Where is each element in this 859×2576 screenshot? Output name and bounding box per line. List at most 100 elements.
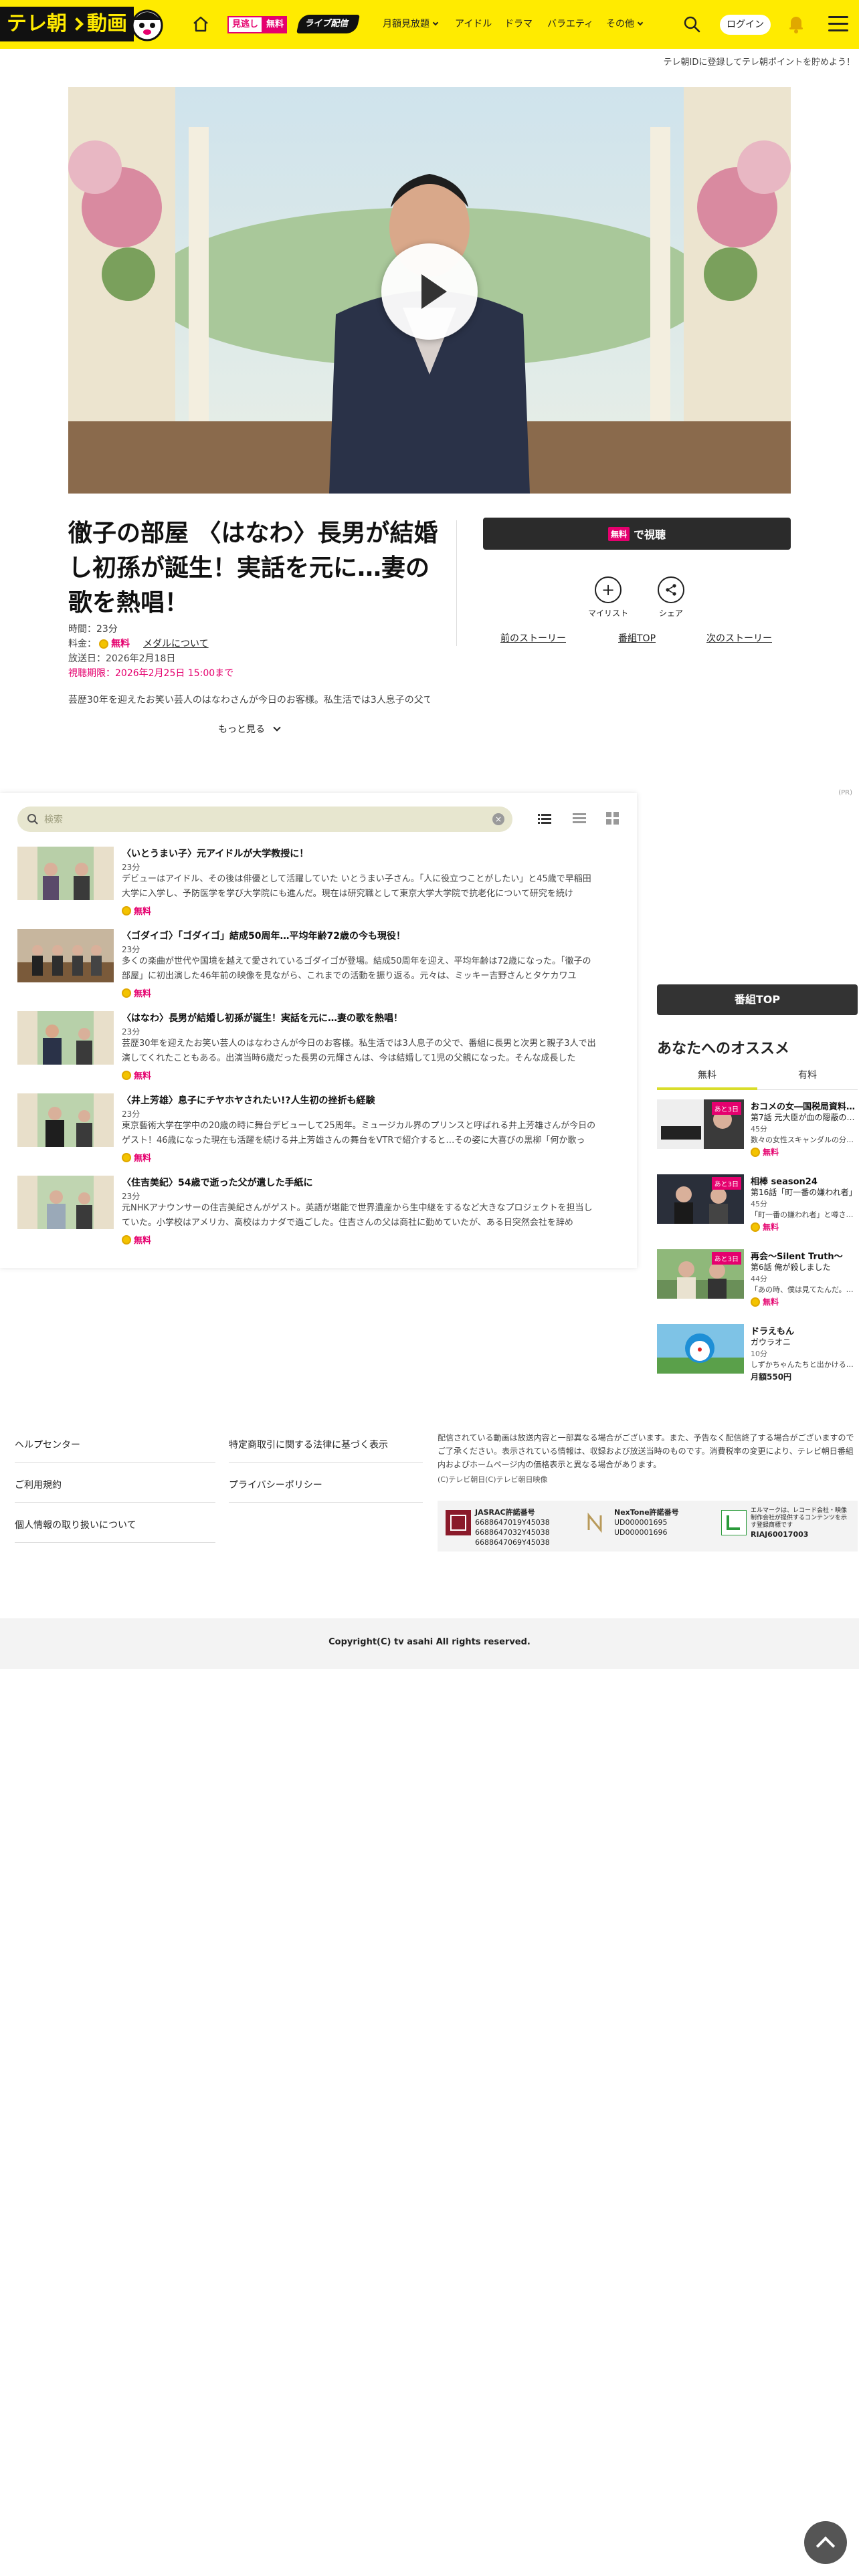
nav-other[interactable]: その他 <box>606 17 644 31</box>
jasrac-number: 6688647069Y45038 <box>475 1538 550 1547</box>
nav-mitsunogashi-free[interactable]: 見逃し 無料 <box>227 16 288 33</box>
free-tag: 無料 <box>263 16 288 33</box>
expiry-badge: あと3日 <box>711 1177 741 1190</box>
bell-icon[interactable] <box>787 13 805 33</box>
free-label: 無料 <box>763 1148 779 1157</box>
jasrac-logo-icon <box>446 1510 471 1535</box>
watch-button[interactable]: 無料 で視聴 <box>483 518 791 550</box>
episode-thumbnail <box>17 1176 114 1229</box>
watch-label: で視聴 <box>634 528 666 541</box>
episode-item-title: 〈いとうまい子〉元アイドルが大学教授に！ <box>122 849 309 859</box>
medal-link[interactable]: メダルについて <box>143 637 209 651</box>
list-view-icon[interactable] <box>538 812 551 825</box>
recommend-description: 「あの時、僕は見てたんだ。… <box>751 1285 854 1294</box>
coin-icon <box>122 905 131 916</box>
nextone-title: NexTone許諾番号 <box>614 1508 679 1517</box>
hamburger-menu-icon[interactable] <box>828 16 848 32</box>
recommend-item[interactable]: あと3日 相棒 season24 第16話「町一番の嫌われ者」 45分 「町一番… <box>657 1174 858 1241</box>
recommend-item[interactable]: ドラえもん ガウラオニ 10分 しずかちゃんたちと出かける… 月額550円 <box>657 1324 858 1391</box>
tab-free[interactable]: 無料 <box>657 1066 757 1090</box>
episode-list-item[interactable]: 〈いとうまい子〉元アイドルが大学教授に！ 23分 デビューはアイドル、その後は俳… <box>17 847 619 922</box>
deadline-text: 視聴期限：2026年2月25日 15:00まで <box>68 668 234 679</box>
footer-terms[interactable]: ご利用規約 <box>15 1478 62 1491</box>
footer-divider <box>229 1502 423 1503</box>
site-logo[interactable]: テレ朝 動画 <box>0 5 166 43</box>
episode-item-free: 無料 <box>122 1233 151 1246</box>
recommend-subtitle: ガウラオニ <box>751 1337 791 1347</box>
episode-list-item[interactable]: 〈はなわ〉長男が結婚し初孫が誕生！実話を元に…妻の歌を熱唱！ 23分 芸歴30年… <box>17 1011 619 1086</box>
free-label: 無料 <box>134 907 152 917</box>
nav-idol[interactable]: アイドル <box>455 17 492 31</box>
coin-icon <box>751 1297 760 1307</box>
footer-help-center[interactable]: ヘルプセンター <box>15 1438 80 1451</box>
nav-label: バラエティ <box>547 19 594 29</box>
nav-drama[interactable]: ドラマ <box>504 17 533 31</box>
recommend-item[interactable]: あと3日 再会～Silent Truth～ 第6話 俺が殺しました 44分 「あ… <box>657 1249 858 1316</box>
copyright: Copyright(C) tv asahi All rights reserve… <box>328 1637 531 1647</box>
episode-item-free: 無料 <box>122 1069 151 1081</box>
play-button[interactable] <box>381 243 478 340</box>
episode-item-free: 無料 <box>122 904 151 917</box>
recommend-title: ドラえもん <box>751 1327 795 1337</box>
login-button[interactable]: ログイン <box>720 15 771 35</box>
episode-item-title: 〈ゴダイゴ〉「ゴダイゴ」結成50周年…平均年齢72歳の今も現役！ <box>122 931 405 942</box>
coin-icon <box>122 1152 131 1162</box>
episode-item-description: 元NHKアナウンサーの住吉美紀さんがゲスト。英語が堪能で世界遺産から生中継をする… <box>122 1203 593 1228</box>
share-label: シェア <box>658 609 683 618</box>
logo-wordmark: テレ朝 動画 <box>0 7 134 41</box>
episode-list-item[interactable]: 〈井上芳雄〉息子にチヤホヤされたい!?人生初の挫折も経験 23分 東京藝術大学在… <box>17 1093 619 1168</box>
home-icon[interactable] <box>191 15 210 33</box>
search-icon[interactable] <box>682 15 701 33</box>
footer-privacy-policy[interactable]: プライバシーポリシー <box>229 1478 322 1491</box>
recommend-description: 数々の女性スキャンダルの分… <box>751 1136 854 1144</box>
recommend-description: しずかちゃんたちと出かける… <box>751 1360 854 1369</box>
recommend-item[interactable]: あと3日 おコメの女―国税局資料… 第7話 元大臣が血の隠蔽の… 45分 数々の… <box>657 1099 858 1166</box>
footer-divider <box>229 1462 423 1463</box>
episode-meta: 時間：23分 料金： 無料 メダルについて 放送日：2026年2月18日 視聴期… <box>68 622 233 681</box>
logo-text: テレ朝 <box>7 12 67 35</box>
coin-icon <box>122 988 131 998</box>
live-tag-label: ライブ配信 <box>304 19 350 29</box>
prev-story-link[interactable]: 前のストーリー <box>500 631 566 645</box>
episode-item-free: 無料 <box>122 1151 151 1164</box>
share-button[interactable]: シェア <box>641 576 701 619</box>
promo-link[interactable]: テレ朝IDに登録してテレ朝ポイントを貯めよう！ <box>664 55 855 68</box>
clear-icon[interactable]: × <box>492 813 504 825</box>
nav-monthly-unlimited[interactable]: 月額見放題 <box>383 17 439 31</box>
free-label: 無料 <box>763 1297 779 1307</box>
ad-label: (PR) <box>838 789 852 796</box>
episode-list-item[interactable]: 〈ゴダイゴ〉「ゴダイゴ」結成50周年…平均年齢72歳の今も現役！ 23分 多くの… <box>17 929 619 1004</box>
rail-program-top-button[interactable]: 番組TOP <box>657 984 858 1015</box>
more-label: もっと見る <box>218 724 265 735</box>
nav-label: その他 <box>606 19 634 29</box>
footer-privacy-handling[interactable]: 個人情報の取り扱いについて <box>15 1518 136 1531</box>
nav-live-stream[interactable]: ライブ配信 <box>296 15 360 33</box>
jasrac-license: JASRAC許諾番号 6688647019Y45038 6688647032Y4… <box>475 1507 550 1547</box>
free-label: 無料 <box>134 989 152 999</box>
free-label: 無料 <box>134 1154 152 1164</box>
mylist-button[interactable]: + マイリスト <box>578 576 638 619</box>
next-story-link[interactable]: 次のストーリー <box>706 631 772 645</box>
nav-variety[interactable]: バラエティ <box>547 17 593 31</box>
chevron-down-icon <box>637 19 644 26</box>
riaj-text: エルマークは、レコード会社・映像制作会社が提供するコンテンツを示す登録商標です <box>751 1507 848 1529</box>
episode-list-item[interactable]: 〈住吉美紀〉54歳で逝った父が遺した手紙に 23分 元NHKアナウンサーの住吉美… <box>17 1176 619 1251</box>
footer-commercial-law[interactable]: 特定商取引に関する法律に基づく表示 <box>229 1438 388 1451</box>
nextone-number: UD000001695 <box>614 1518 668 1527</box>
more-button[interactable]: もっと見る <box>218 722 281 736</box>
recommend-subtitle: 第6話 俺が殺しました <box>751 1263 831 1272</box>
free-label: 無料 <box>763 1222 779 1232</box>
nextone-license: NexTone許諾番号 UD000001695 UD000001696 <box>614 1507 679 1537</box>
episode-item-description: 芸歴30年を迎えたお笑い芸人のはなわさんが今日のお客様。私生活では3人息子の父で… <box>122 1039 596 1063</box>
list-search-field[interactable]: 検索 × <box>17 807 512 832</box>
scroll-to-top-button[interactable] <box>804 2521 847 2564</box>
tab-paid[interactable]: 有料 <box>757 1066 858 1090</box>
program-top-link[interactable]: 番組TOP <box>618 631 656 645</box>
grid-view-icon[interactable] <box>606 812 619 825</box>
episode-item-description: デビューはアイドル、その後は俳優として活躍していた いとうまい子さん。「人に役立… <box>122 874 591 899</box>
episode-description: 芸歴30年を迎えたお笑い芸人のはなわさんが今日のお客様。私生活では3人息子の父で… <box>68 695 430 706</box>
coin-icon <box>99 639 108 649</box>
air-date-text: 放送日：2026年2月18日 <box>68 653 176 664</box>
detail-view-icon[interactable] <box>573 812 586 825</box>
video-player[interactable] <box>68 87 791 494</box>
